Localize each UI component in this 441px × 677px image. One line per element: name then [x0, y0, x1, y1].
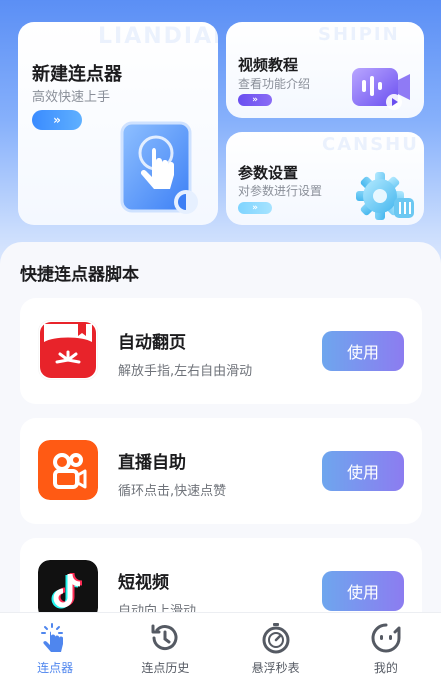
history-icon	[151, 624, 178, 651]
profile-face-icon	[371, 623, 401, 653]
bottom-tab-bar: 连点器 连点历史 悬浮秒表 我的	[0, 612, 441, 677]
tab-label: 连点器	[37, 661, 74, 675]
stopwatch-icon	[262, 623, 290, 654]
use-button[interactable]: 使用	[322, 331, 404, 371]
settings-title: 参数设置	[238, 164, 299, 182]
reader-app-icon	[38, 320, 98, 380]
script-item-auto-page: 自动翻页 解放手指,左右自由滑动 使用	[20, 298, 422, 404]
new-clicker-card[interactable]: LIANDIAN 新建连点器 高效快速上手 »	[18, 22, 218, 225]
double-chevron-icon: »	[252, 203, 258, 213]
tap-hand-icon	[41, 623, 64, 652]
tab-profile[interactable]: 我的	[331, 613, 441, 677]
phone-tap-illustration-icon	[120, 121, 198, 214]
video-camera-icon	[352, 68, 410, 110]
script-subtitle: 循环点击,快速点赞	[118, 484, 227, 499]
double-chevron-icon: »	[252, 95, 258, 105]
douyin-app-icon	[38, 560, 98, 620]
double-chevron-icon: »	[53, 113, 61, 127]
tab-stopwatch[interactable]: 悬浮秒表	[221, 613, 331, 677]
video-tutorial-title: 视频教程	[238, 56, 299, 74]
gear-icon	[356, 172, 414, 220]
tab-label: 连点历史	[141, 661, 190, 675]
tab-label: 我的	[373, 661, 398, 675]
script-title: 短视频	[118, 573, 169, 593]
tab-clicker[interactable]: 连点器	[0, 613, 110, 677]
new-clicker-title: 新建连点器	[32, 64, 122, 85]
video-tutorial-subtitle: 查看功能介绍	[238, 77, 311, 91]
card-watermark: CANSHU	[322, 134, 419, 155]
video-tutorial-go-button[interactable]: »	[238, 94, 272, 106]
tab-label: 悬浮秒表	[251, 661, 300, 675]
use-button[interactable]: 使用	[322, 451, 404, 491]
script-title: 自动翻页	[118, 333, 186, 353]
video-tutorial-card[interactable]: SHIPIN 视频教程 查看功能介绍 »	[226, 22, 424, 118]
new-clicker-subtitle: 高效快速上手	[32, 90, 111, 105]
card-watermark: LIANDIAN	[98, 24, 218, 49]
tab-history[interactable]: 连点历史	[110, 613, 220, 677]
settings-subtitle: 对参数进行设置	[238, 184, 323, 198]
settings-go-button[interactable]: »	[238, 202, 272, 214]
script-item-live-assist: 直播自助 循环点击,快速点赞 使用	[20, 418, 422, 524]
kuaishou-app-icon	[38, 440, 98, 500]
section-title: 快捷连点器脚本	[20, 265, 139, 285]
card-watermark: SHIPIN	[318, 24, 400, 45]
new-clicker-go-button[interactable]: »	[32, 110, 82, 130]
script-title: 直播自助	[118, 453, 186, 473]
script-subtitle: 解放手指,左右自由滑动	[118, 364, 253, 379]
settings-card[interactable]: CANSHU 参数设置 对参数进行设置 »	[226, 132, 424, 225]
use-button[interactable]: 使用	[322, 571, 404, 611]
